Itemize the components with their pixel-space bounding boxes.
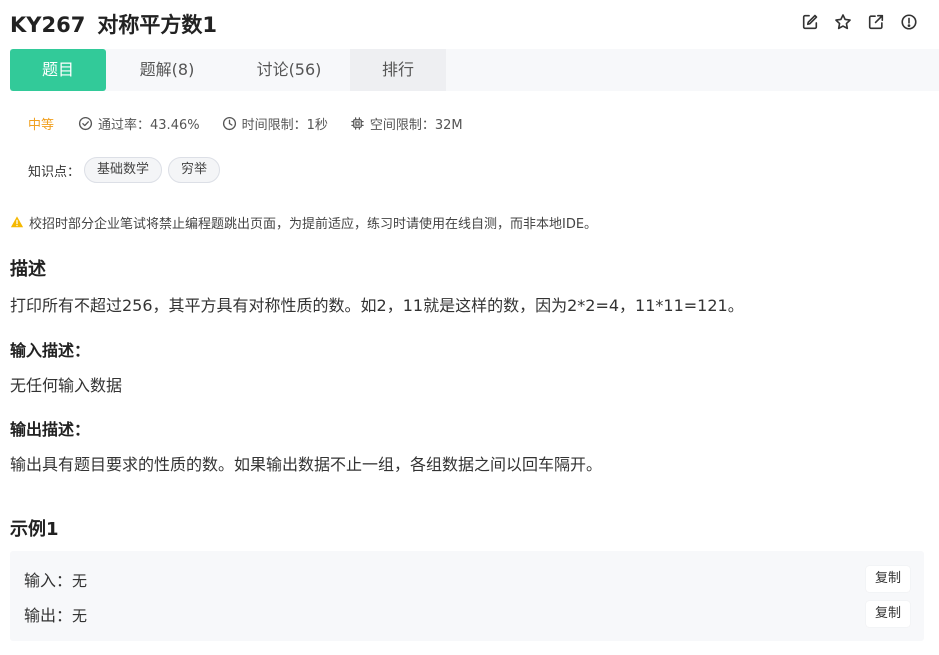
problem-meta: 中等 通过率：43.46% 时间限制：1秒 空间限制：32M: [28, 113, 485, 133]
memory-limit-text: 空间限制：32M: [369, 117, 463, 133]
page-title: KY267 对称平方数1: [10, 9, 217, 39]
notice-text: 校招时部分企业笔试将禁止编程题跳出页面，为提前适应，练习时请使用在线自测，而非本…: [29, 216, 598, 232]
warning-icon: [10, 216, 24, 228]
example-input: 输入：无: [24, 567, 87, 591]
example-input-value: 无: [72, 572, 88, 590]
tab-solutions[interactable]: 题解(8): [106, 49, 228, 91]
problem-header: KY267 对称平方数1: [10, 6, 929, 40]
exam-notice: 校招时部分企业笔试将禁止编程题跳出页面，为提前适应，练习时请使用在线自测，而非本…: [10, 212, 597, 232]
copy-output-button[interactable]: 复制: [866, 601, 910, 627]
tab-bar: 题目 题解(8) 讨论(56) 排行: [10, 49, 939, 91]
knowledge-label: 知识点：: [28, 164, 81, 180]
report-button[interactable]: [899, 12, 919, 32]
favorite-button[interactable]: [833, 12, 853, 32]
description-text: 打印所有不超过256，其平方具有对称性质的数。如2，11就是这样的数，因为2*2…: [10, 296, 744, 315]
copy-input-button[interactable]: 复制: [866, 566, 910, 592]
output-description-heading: 输出描述：: [10, 420, 91, 439]
example-box: 输入：无 复制 输出：无 复制: [10, 551, 924, 641]
tag-basic-math[interactable]: 基础数学: [84, 157, 163, 183]
tab-ranking[interactable]: 排行: [350, 49, 446, 91]
clock-icon: [222, 116, 236, 130]
check-circle-icon: [78, 116, 93, 130]
example-output-value: 无: [72, 607, 88, 625]
example-output-label: 输出：: [24, 606, 73, 625]
report-icon: [901, 14, 917, 30]
input-description-text: 无任何输入数据: [10, 376, 123, 395]
tab-discussion[interactable]: 讨论(56): [228, 49, 350, 91]
example-output: 输出：无: [24, 602, 87, 626]
example-input-label: 输入：: [24, 571, 73, 590]
tab-problem[interactable]: 题目: [10, 49, 106, 91]
header-actions: [800, 12, 919, 32]
tag-enumeration[interactable]: 穷举: [168, 157, 221, 183]
example-heading: 示例1: [10, 519, 59, 540]
memory-limit: 空间限制：32M: [350, 114, 463, 133]
problem-id: KY267: [10, 13, 86, 37]
problem-page: KY267 对称平方数1 题目 题解(8) 讨论(56) 排行 中等 通过率：4…: [0, 0, 939, 655]
input-description-heading: 输入描述：: [10, 341, 91, 360]
output-description-text: 输出具有题目要求的性质的数。如果输出数据不止一组，各组数据之间以回车隔开。: [10, 455, 603, 474]
edit-button[interactable]: [800, 12, 820, 32]
time-limit-text: 时间限制：1秒: [241, 117, 328, 133]
edit-icon: [802, 14, 818, 30]
share-icon: [868, 14, 884, 30]
chip-icon: [351, 116, 364, 130]
pass-rate: 通过率：43.46%: [78, 114, 200, 133]
time-limit: 时间限制：1秒: [222, 114, 328, 133]
star-icon: [835, 14, 851, 30]
pass-rate-text: 通过率：43.46%: [98, 117, 200, 133]
knowledge-points: 知识点： 基础数学 穷举: [28, 157, 226, 183]
share-button[interactable]: [866, 12, 886, 32]
problem-title: 对称平方数1: [97, 13, 217, 37]
difficulty-badge: 中等: [28, 117, 55, 133]
description-heading: 描述: [10, 259, 46, 280]
